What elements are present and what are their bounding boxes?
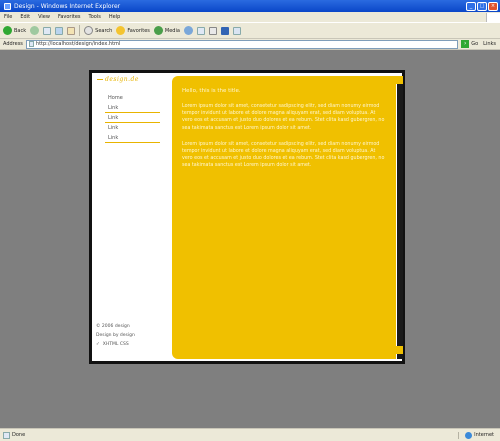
star-icon xyxy=(116,26,126,35)
toolbar: Back Search Favorites Media xyxy=(0,22,500,39)
forward-arrow-icon xyxy=(30,26,40,35)
refresh-icon[interactable] xyxy=(55,26,64,35)
scroll-up-handle[interactable] xyxy=(395,76,403,84)
back-button[interactable]: Back xyxy=(3,26,26,35)
address-url: http://localhost/design/index.html xyxy=(35,41,121,47)
media-label: Media xyxy=(164,27,180,34)
back-label: Back xyxy=(14,27,27,34)
go-arrow-icon: › xyxy=(461,40,470,48)
globe-icon xyxy=(465,431,473,439)
window-controls: _ □ × xyxy=(466,1,498,11)
mail-icon[interactable] xyxy=(196,26,205,35)
history-icon[interactable] xyxy=(183,26,193,35)
nav-item-link-4[interactable]: Link xyxy=(105,133,160,143)
menu-help[interactable]: Help xyxy=(109,14,120,20)
nav-item-home[interactable]: Home xyxy=(105,93,160,103)
address-label: Address xyxy=(3,41,23,47)
content-paragraph-1: Lorem ipsum dolor sit amet, consetetur s… xyxy=(182,104,385,131)
ie-icon xyxy=(4,2,11,10)
design-credit-link[interactable]: Design by design xyxy=(96,331,166,340)
home-icon[interactable] xyxy=(67,26,76,35)
media-icon xyxy=(153,26,163,35)
menu-edit[interactable]: Edit xyxy=(20,14,30,20)
content-panel: Hello, this is the title. Lorem ipsum do… xyxy=(172,76,396,359)
address-input[interactable]: http://localhost/design/index.html xyxy=(25,39,459,49)
nav-item-link-1[interactable]: Link xyxy=(105,103,160,113)
check-icon: ✓ xyxy=(96,342,100,347)
menu-view[interactable]: View xyxy=(38,14,50,20)
window-title: Design - Windows Internet Explorer xyxy=(14,2,121,10)
media-button[interactable]: Media xyxy=(153,26,180,35)
toolbar-separator xyxy=(79,25,81,36)
menu-favorites[interactable]: Favorites xyxy=(58,14,81,20)
search-label: Search xyxy=(95,27,113,34)
menu-file[interactable]: File xyxy=(4,14,12,20)
zone-label: Internet xyxy=(474,432,494,438)
validator-links[interactable]: XHTML CSS xyxy=(103,340,129,349)
search-icon xyxy=(84,26,94,35)
content-paragraph-2: Lorem ipsum dolor sit amet, consetetur s… xyxy=(182,141,385,169)
security-zone: Internet xyxy=(458,431,500,439)
favorites-button[interactable]: Favorites xyxy=(116,26,150,35)
scroll-down-handle[interactable] xyxy=(395,346,403,354)
address-bar: Address http://localhost/design/index.ht… xyxy=(0,39,500,50)
site-nav: Home Link Link Link Link xyxy=(105,93,160,143)
go-label: Go xyxy=(471,41,479,47)
discuss-icon[interactable] xyxy=(232,26,241,35)
validator-badges: ✓ XHTML CSS xyxy=(96,340,166,349)
content-heading: Hello, this is the title. xyxy=(182,88,241,94)
site-logo[interactable]: design.de xyxy=(97,76,139,83)
minimize-icon[interactable]: _ xyxy=(466,1,476,11)
content-scrollbar[interactable] xyxy=(397,76,403,359)
maximize-icon[interactable]: □ xyxy=(477,1,487,11)
go-button[interactable]: › Go xyxy=(461,40,478,48)
print-icon[interactable] xyxy=(208,26,217,35)
back-arrow-icon xyxy=(3,26,12,35)
menu-bar: File Edit View Favorites Tools Help xyxy=(0,12,500,22)
windows-logo-icon xyxy=(486,12,500,22)
links-button[interactable]: Links xyxy=(483,41,496,47)
menu-tools[interactable]: Tools xyxy=(89,14,101,20)
nav-item-link-2[interactable]: Link xyxy=(105,113,160,123)
favorites-label: Favorites xyxy=(127,27,150,34)
page-status-icon xyxy=(3,431,10,439)
window-titlebar[interactable]: Design - Windows Internet Explorer _ □ × xyxy=(0,0,500,12)
status-bar: Done Internet xyxy=(0,428,500,441)
status-text: Done xyxy=(12,432,26,438)
edit-icon[interactable] xyxy=(220,26,229,35)
footer-credits: © 2006 design Design by design ✓ XHTML C… xyxy=(96,322,166,349)
search-button[interactable]: Search xyxy=(84,26,112,35)
close-icon[interactable]: × xyxy=(488,1,498,11)
forward-button[interactable] xyxy=(30,26,40,35)
nav-item-link-3[interactable]: Link xyxy=(105,123,160,133)
stop-icon[interactable] xyxy=(43,26,52,35)
copyright-text: © 2006 design xyxy=(96,324,130,329)
page-icon xyxy=(28,41,34,47)
